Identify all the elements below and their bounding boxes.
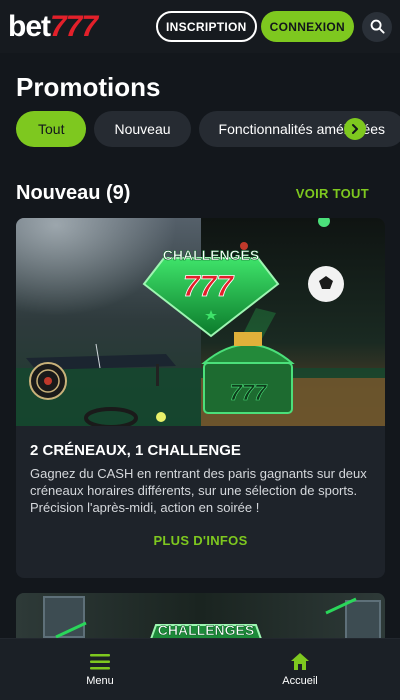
chip-enhanced-features[interactable]: Fonctionnalités améliorées (198, 111, 400, 147)
signup-button[interactable]: INSCRIPTION (155, 11, 257, 42)
chip-all[interactable]: Tout (16, 111, 87, 147)
nav-menu-label: Menu (86, 674, 114, 687)
chips-scroll-button[interactable] (344, 118, 366, 140)
badge-number: 777 (183, 270, 234, 303)
promo-image: CHALLENGES 777 777 (16, 218, 385, 426)
nav-menu[interactable]: Menu (0, 639, 200, 700)
logo-text-main: bet (8, 9, 51, 43)
logo-text-accent: 777 (50, 9, 98, 43)
card2-badge-title: CHALLENGES (158, 622, 254, 638)
more-info-link[interactable]: PLUS D'INFOS (16, 533, 385, 548)
nav-home-label: Accueil (282, 675, 318, 687)
promo-title: 2 CRÉNEAUX, 1 CHALLENGE (30, 442, 241, 459)
promo-description: Gagnez du CASH en rentrant des paris gag… (30, 466, 367, 515)
login-button[interactable]: CONNEXION (260, 11, 354, 42)
filter-chips: Tout Nouveau Fonctionnalités améliorées (16, 111, 400, 147)
bet777-logo[interactable]: bet 777 (8, 9, 98, 44)
see-all-link[interactable]: VOIR TOUT (296, 186, 369, 201)
promo-card[interactable]: CHALLENGES 777 777 2 CRÉNEAUX, 1 CHALLEN… (16, 218, 385, 578)
page-title: Promotions (16, 72, 161, 102)
section-title: Nouveau (9) (16, 182, 131, 204)
chevron-right-icon (352, 124, 358, 134)
chest-number: 777 (230, 380, 268, 405)
hamburger-icon (90, 653, 110, 669)
app-root: bet 777 INSCRIPTION CONNEXION Promotions … (0, 0, 400, 700)
bottom-navigation: Menu Accueil (0, 638, 400, 700)
home-icon (291, 653, 309, 670)
search-button[interactable] (362, 11, 392, 42)
badge-title: CHALLENGES (163, 247, 259, 263)
chip-new[interactable]: Nouveau (94, 111, 191, 147)
search-icon (370, 19, 385, 34)
nav-home[interactable]: Accueil (200, 639, 400, 700)
top-header: bet 777 INSCRIPTION CONNEXION (0, 0, 400, 53)
header-actions: INSCRIPTION CONNEXION (155, 11, 392, 42)
